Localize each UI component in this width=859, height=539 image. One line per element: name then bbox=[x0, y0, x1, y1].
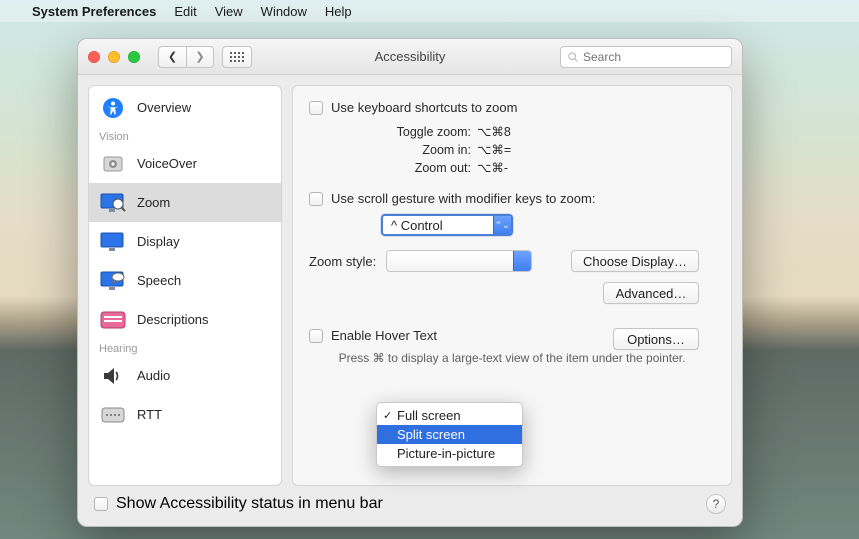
sidebar-item-label: Speech bbox=[137, 273, 181, 288]
close-window-button[interactable] bbox=[88, 51, 100, 63]
zoom-icon bbox=[99, 192, 127, 214]
sidebar-item-speech[interactable]: Speech bbox=[89, 261, 281, 300]
sidebar-item-audio[interactable]: Audio bbox=[89, 356, 281, 395]
overview-icon bbox=[99, 97, 127, 119]
back-button[interactable]: ❮ bbox=[158, 46, 186, 68]
zoom-in-keys: ⌥⌘= bbox=[477, 141, 529, 159]
rtt-icon bbox=[99, 404, 127, 426]
menu-help[interactable]: Help bbox=[325, 4, 352, 19]
accessibility-sidebar: Overview Vision VoiceOver Zoom Display bbox=[88, 85, 282, 486]
sidebar-item-label: Overview bbox=[137, 100, 191, 115]
show-status-menubar-label: Show Accessibility status in menu bar bbox=[116, 495, 383, 513]
minimize-window-button[interactable] bbox=[108, 51, 120, 63]
sidebar-item-label: RTT bbox=[137, 407, 162, 422]
modifier-key-select[interactable]: ^ Control ⌃⌄ bbox=[381, 214, 513, 236]
modifier-key-value: ^ Control bbox=[391, 218, 493, 233]
menu-window[interactable]: Window bbox=[261, 4, 307, 19]
enable-hover-text-label: Enable Hover Text bbox=[331, 328, 437, 343]
show-all-button[interactable] bbox=[222, 46, 252, 68]
zoom-in-label: Zoom in: bbox=[371, 141, 471, 159]
zoom-style-select[interactable] bbox=[386, 250, 532, 272]
display-icon bbox=[99, 231, 127, 253]
help-button[interactable]: ? bbox=[706, 494, 726, 514]
zoom-style-dropdown: Full screen Split screen Picture-in-pict… bbox=[376, 402, 523, 467]
sidebar-item-label: Descriptions bbox=[137, 312, 209, 327]
menu-view[interactable]: View bbox=[215, 4, 243, 19]
zoom-style-label: Zoom style: bbox=[309, 254, 376, 269]
zoom-window-button[interactable] bbox=[128, 51, 140, 63]
show-status-menubar-checkbox[interactable] bbox=[94, 497, 108, 511]
titlebar: ❮ ❯ Accessibility bbox=[78, 39, 742, 75]
search-field[interactable] bbox=[560, 46, 732, 68]
sidebar-item-label: Zoom bbox=[137, 195, 170, 210]
menu-edit[interactable]: Edit bbox=[174, 4, 196, 19]
zoom-style-option-full-screen[interactable]: Full screen bbox=[377, 406, 522, 425]
descriptions-icon bbox=[99, 309, 127, 331]
search-icon bbox=[567, 51, 579, 63]
zoom-settings-pane: Use keyboard shortcuts to zoom Toggle zo… bbox=[292, 85, 732, 486]
zoom-style-option-picture-in-picture[interactable]: Picture-in-picture bbox=[377, 444, 522, 463]
sidebar-item-display[interactable]: Display bbox=[89, 222, 281, 261]
hover-text-hint: Press ⌘ to display a large-text view of … bbox=[309, 351, 715, 365]
toggle-zoom-label: Toggle zoom: bbox=[371, 123, 471, 141]
sidebar-item-label: Audio bbox=[137, 368, 170, 383]
app-menu[interactable]: System Preferences bbox=[32, 4, 156, 19]
search-input[interactable] bbox=[583, 50, 725, 64]
sidebar-item-rtt[interactable]: RTT bbox=[89, 395, 281, 434]
speech-icon bbox=[99, 270, 127, 292]
use-scroll-gesture-label: Use scroll gesture with modifier keys to… bbox=[331, 191, 595, 206]
window-footer: Show Accessibility status in menu bar ? bbox=[88, 486, 732, 516]
traffic-lights bbox=[88, 51, 140, 63]
use-keyboard-shortcuts-label: Use keyboard shortcuts to zoom bbox=[331, 100, 517, 115]
zoom-style-option-split-screen[interactable]: Split screen bbox=[377, 425, 522, 444]
chevron-updown-icon: ⌃⌄ bbox=[493, 216, 511, 234]
forward-button[interactable]: ❯ bbox=[186, 46, 214, 68]
voiceover-icon bbox=[99, 153, 127, 175]
use-scroll-gesture-checkbox[interactable] bbox=[309, 192, 323, 206]
hover-text-options-button[interactable]: Options… bbox=[613, 328, 699, 350]
sidebar-item-label: VoiceOver bbox=[137, 156, 197, 171]
sidebar-item-overview[interactable]: Overview bbox=[89, 88, 281, 127]
keyboard-shortcuts-table: Toggle zoom: ⌥⌘8 Zoom in: ⌥⌘= Zoom out: ⌥⌘- bbox=[371, 123, 715, 177]
system-menubar: System Preferences Edit View Window Help bbox=[0, 0, 859, 22]
enable-hover-text-checkbox[interactable] bbox=[309, 329, 323, 343]
preferences-window: ❮ ❯ Accessibility Overview Visi bbox=[77, 38, 743, 527]
sidebar-section-vision: Vision bbox=[89, 127, 281, 144]
audio-icon bbox=[99, 365, 127, 387]
sidebar-item-label: Display bbox=[137, 234, 180, 249]
zoom-out-label: Zoom out: bbox=[371, 159, 471, 177]
sidebar-section-hearing: Hearing bbox=[89, 339, 281, 356]
choose-display-button[interactable]: Choose Display… bbox=[571, 250, 699, 272]
use-keyboard-shortcuts-checkbox[interactable] bbox=[309, 101, 323, 115]
chevron-updown-icon bbox=[513, 251, 531, 271]
toggle-zoom-keys: ⌥⌘8 bbox=[477, 123, 529, 141]
sidebar-item-descriptions[interactable]: Descriptions bbox=[89, 300, 281, 339]
advanced-button[interactable]: Advanced… bbox=[603, 282, 699, 304]
sidebar-item-voiceover[interactable]: VoiceOver bbox=[89, 144, 281, 183]
zoom-out-keys: ⌥⌘- bbox=[477, 159, 529, 177]
sidebar-item-zoom[interactable]: Zoom bbox=[89, 183, 281, 222]
